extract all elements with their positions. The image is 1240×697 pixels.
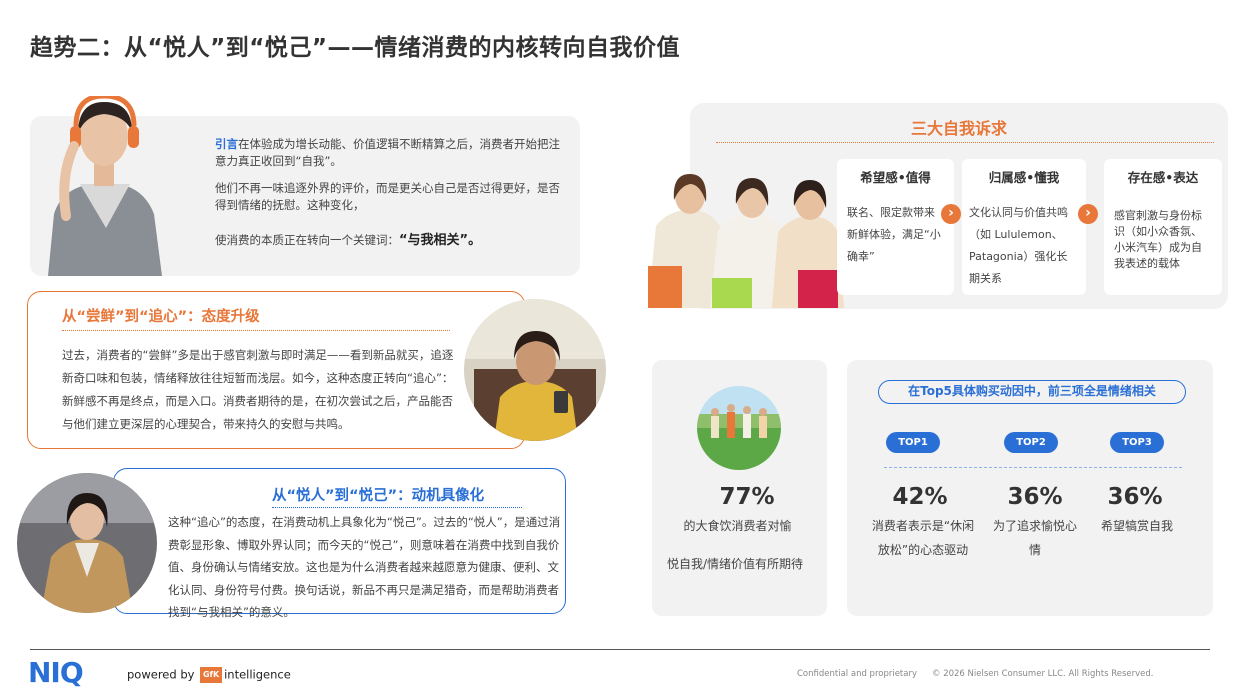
motivation-title: 从“悦人”到“悦己”：动机具像化 [272,488,485,504]
woman-with-phone-photo [464,299,606,441]
intro-p3-text: 使消费的本质正在转向一个关键词： [215,233,399,247]
confidential-note: Confidential and proprietary [797,669,918,679]
top5-divider [884,467,1182,468]
page-title: 趋势二：从“悦人”到“悦己”——情绪消费的内核转向自我价值 [30,35,680,61]
top5-title: 在Top5具体购买动因中，前三项全是情绪相关 [878,380,1186,404]
demand-card-head: 归属感•懂我 [988,170,1060,185]
intro-paragraph-1: 引言在体验成为增长动能、价值逻辑不断精算之后，消费者开始把注意力真正收回到“自我… [215,136,567,170]
top3-badge: TOP3 [1110,432,1164,453]
shopping-friends-photo [648,170,860,308]
top1-percent: 42% [892,484,948,510]
demand-card-hope: 希望感•值得 联名、限定款带来新鲜体验，满足“小确幸” [837,159,954,295]
demand-card-head: 存在感•表达 [1127,170,1199,185]
attitude-upgrade-divider [62,330,450,331]
demand-card-body: 联名、限定款带来新鲜体验，满足“小确幸” [847,206,941,263]
main-stat-label-2: 悦自我/情绪价值有所期待 [666,557,804,571]
chevron-right-icon: › [941,204,961,224]
intelligence-label: intelligence [224,667,291,682]
top2-badge: TOP2 [1004,432,1058,453]
attitude-upgrade-body: 过去，消费者的“尝鲜”多是出于感官刺激与即时满足——看到新品就买，追逐新奇口味和… [62,348,454,431]
demand-card-belonging: 归属感•懂我 文化认同与价值共鸣（如 Lululemon、Patagonia）强… [962,159,1086,295]
three-demands-title: 三大自我诉求 [910,119,1007,138]
top1-label: 消费者表示是“休闲放松”的心态驱动 [871,519,975,557]
niq-logo: NIQ [28,656,84,689]
top3-label: 希望犒赏自我 [1100,519,1173,533]
motivation-divider [272,507,522,508]
footer-divider [30,649,1210,650]
intro-text: 引言在体验成为增长动能、价值逻辑不断精算之后，消费者开始把注意力真正收回到“自我… [215,136,567,259]
main-stat-percent: 77% [719,484,775,510]
motivation-body: 这种“追心”的态度，在消费动机上具象化为“悦己”。过去的“悦人”，是通过消费彰显… [168,515,561,619]
attitude-upgrade-title: 从“尝鲜”到“追心”：态度升级 [62,309,260,325]
top1-badge: TOP1 [886,432,940,453]
woman-with-headphones-photo [40,93,170,276]
gfk-logo: GfK [200,667,223,683]
running-friends-photo [697,386,781,470]
intro-paragraph-3: 使消费的本质正在转向一个关键词：“与我相关”。 [215,232,567,249]
powered-by-label: powered by [127,667,195,682]
top3-percent: 36% [1107,484,1163,510]
demand-card-body: 感官刺激与身份标识（如小众香氛、小米汽车）成为自我表述的载体 [1114,209,1202,270]
demand-card-head: 希望感•值得 [860,170,931,185]
top2-label: 为了追求愉悦心情 [993,519,1078,557]
copyright-note: © 2026 Nielsen Consumer LLC. All Rights … [932,669,1154,679]
intro-p1-text: 在体验成为增长动能、价值逻辑不断精算之后，消费者开始把注意力真正收回到“自我”。 [215,137,560,168]
main-stat-label-1: 的大食饮消费者对愉 [683,519,792,533]
powered-by-text: powered by GfK intelligence [127,667,291,683]
intro-paragraph-2: 他们不再一味追逐外界的评价，而是更关心自己是否过得更好，是否得到情绪的抚慰。这种… [215,181,560,212]
intro-keyword: “与我相关”。 [399,233,482,248]
intro-lead: 引言 [215,137,238,151]
demand-card-expression: 存在感•表达 感官刺激与身份标识（如小众香氛、小米汽车）成为自我表述的载体 [1104,159,1222,295]
top2-percent: 36% [1007,484,1063,510]
woman-in-coat-photo [17,473,157,613]
chevron-right-icon: › [1078,204,1098,224]
three-demands-divider [716,142,1214,143]
demand-card-body: 文化认同与价值共鸣（如 Lululemon、Patagonia）强化长期关系 [969,206,1068,285]
